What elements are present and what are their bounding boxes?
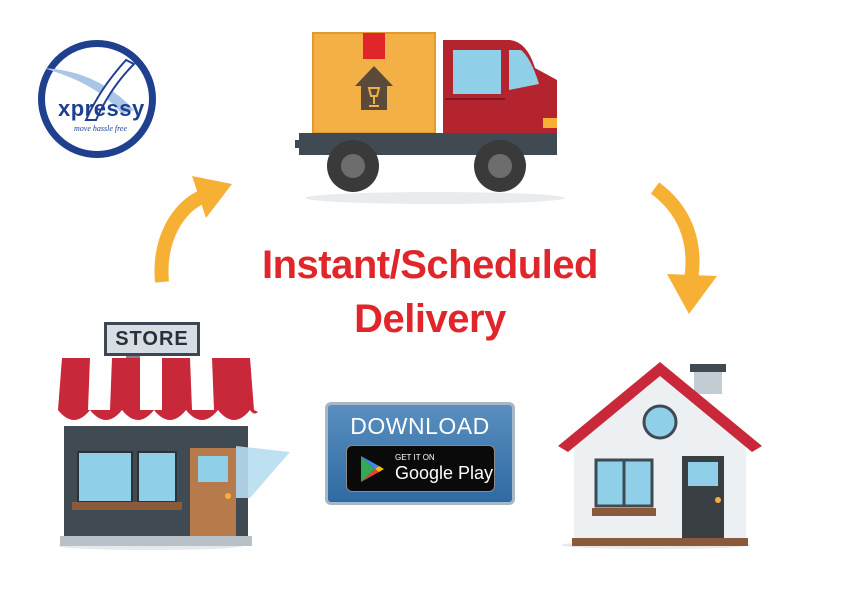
google-play-icon xyxy=(361,456,384,482)
google-play-button[interactable]: GET IT ON Google Play xyxy=(346,445,495,492)
store-building-icon xyxy=(58,352,290,550)
headline-line2: Delivery xyxy=(354,297,506,341)
logo-brand: xpressy xyxy=(58,96,145,121)
headline: Instant/Scheduled Delivery xyxy=(200,238,660,346)
download-label: DOWNLOAD xyxy=(350,413,490,439)
headline-line1: Instant/Scheduled xyxy=(262,243,599,287)
logo-tagline: move hassle free xyxy=(74,124,128,133)
google-play-small-text: GET IT ON xyxy=(395,453,435,462)
download-badge[interactable]: DOWNLOAD GET IT ON Google Play xyxy=(325,402,515,505)
house-icon xyxy=(558,362,762,549)
xpressy-logo: xpressy move hassle free xyxy=(38,40,156,158)
truck-icon xyxy=(295,32,565,204)
google-play-big-text: Google Play xyxy=(395,463,494,483)
store-sign-label: STORE xyxy=(115,328,189,350)
store-sign: STORE xyxy=(104,322,200,356)
